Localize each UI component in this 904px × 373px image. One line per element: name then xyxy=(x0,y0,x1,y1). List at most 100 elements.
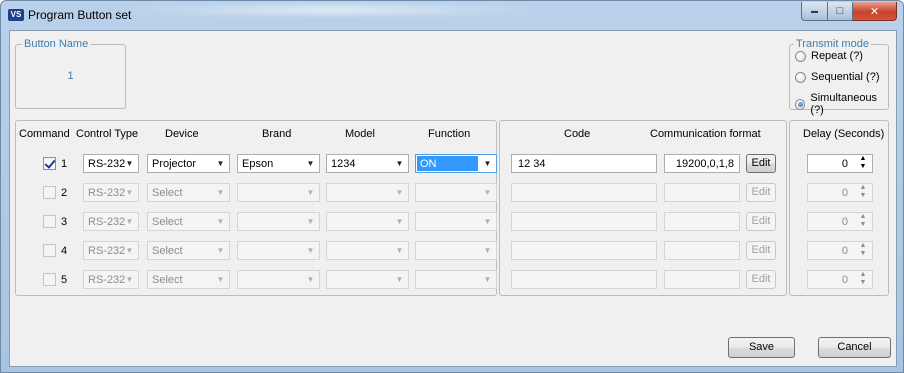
chevron-down-icon: ▼ xyxy=(395,246,404,255)
chevron-down-icon: ▼ xyxy=(125,217,134,226)
button-name-value: 1 xyxy=(67,70,74,82)
header-command: Command xyxy=(19,128,70,140)
model-select[interactable]: ▼ xyxy=(326,241,409,260)
communication-format-value: 19200,0,1,8 xyxy=(675,158,734,170)
model-select[interactable]: 1234 ▼ xyxy=(326,154,409,173)
radio-repeat[interactable]: Repeat (?) xyxy=(795,50,863,62)
minimize-button[interactable]: ▬ xyxy=(801,2,828,21)
command-checkbox[interactable] xyxy=(43,186,56,199)
delay-spinner[interactable]: 0 ▲ ▼ xyxy=(807,183,873,202)
control-type-select[interactable]: RS-232 ▼ xyxy=(83,154,139,173)
code-input[interactable]: 12 34 xyxy=(511,154,657,173)
device-value: Projector xyxy=(152,158,197,170)
chevron-down-icon: ▼ xyxy=(306,275,315,284)
function-select[interactable]: ▼ xyxy=(415,212,497,231)
brand-select[interactable]: ▼ xyxy=(237,241,320,260)
radio-simultaneous[interactable]: Simultaneous (?) xyxy=(795,92,888,116)
command-checkbox[interactable] xyxy=(43,244,56,257)
device-select[interactable]: Select ▼ xyxy=(147,183,230,202)
chevron-down-icon: ▼ xyxy=(216,275,225,284)
communication-format-input[interactable] xyxy=(664,183,740,202)
device-select[interactable]: Projector ▼ xyxy=(147,154,230,173)
model-select[interactable]: ▼ xyxy=(326,270,409,289)
edit-button[interactable]: Edit xyxy=(746,270,776,289)
brand-select[interactable]: ▼ xyxy=(237,270,320,289)
cancel-button[interactable]: Cancel xyxy=(818,337,891,358)
app-icon: VS xyxy=(8,9,24,21)
brand-select[interactable]: Epson ▼ xyxy=(237,154,320,173)
edit-button[interactable]: Edit xyxy=(746,183,776,202)
code-group: Code Communication format 12 34 19200,0,… xyxy=(499,120,787,296)
code-input[interactable] xyxy=(511,270,657,289)
spin-arrows-icon[interactable]: ▲ ▼ xyxy=(858,271,868,288)
brand-value: Epson xyxy=(242,158,274,170)
chevron-down-icon: ▼ xyxy=(216,217,225,226)
function-select[interactable]: ▼ xyxy=(415,270,497,289)
function-select[interactable]: ON ▼ xyxy=(415,154,497,173)
button-name-group: Button Name 1 xyxy=(15,38,126,109)
chevron-down-icon: ▼ xyxy=(483,246,492,255)
command-group: Command Control Type Device Brand Model … xyxy=(15,120,497,296)
program-button-set-window: VS Program Button set ▬ □ ✕ Button Name … xyxy=(0,0,904,373)
window-title: Program Button set xyxy=(28,8,132,22)
control-type-select[interactable]: RS-232 ▼ xyxy=(83,241,139,260)
device-select[interactable]: Select ▼ xyxy=(147,270,230,289)
minimize-icon: ▬ xyxy=(811,7,818,15)
command-checkbox[interactable] xyxy=(43,157,56,170)
code-value: 12 34 xyxy=(518,158,546,170)
header-code: Code xyxy=(564,128,591,140)
code-input[interactable] xyxy=(511,241,657,260)
edit-button[interactable]: Edit xyxy=(746,212,776,231)
communication-format-input[interactable] xyxy=(664,270,740,289)
delay-spinner[interactable]: 0 ▲ ▼ xyxy=(807,154,873,173)
radio-sequential[interactable]: Sequential (?) xyxy=(795,71,880,83)
device-select[interactable]: Select ▼ xyxy=(147,241,230,260)
spin-arrows-icon[interactable]: ▲ ▼ xyxy=(858,184,868,201)
delay-spinner[interactable]: 0 ▲ ▼ xyxy=(807,270,873,289)
header-brand: Brand xyxy=(262,128,292,140)
delay-spinner[interactable]: 0 ▲ ▼ xyxy=(807,212,873,231)
dialog-client-area: Button Name 1 Transmit mode Repeat (?) S… xyxy=(9,30,897,367)
function-select[interactable]: ▼ xyxy=(415,241,497,260)
code-input[interactable] xyxy=(511,183,657,202)
function-select[interactable]: ▼ xyxy=(415,183,497,202)
title-glow-decoration xyxy=(121,5,541,15)
spin-arrows-icon[interactable]: ▲ ▼ xyxy=(858,213,868,230)
control-type-value: RS-232 xyxy=(88,274,126,286)
chevron-down-icon: ▼ xyxy=(483,217,492,226)
control-type-select[interactable]: RS-232 ▼ xyxy=(83,270,139,289)
chevron-down-icon: ▼ xyxy=(483,159,492,168)
communication-format-input[interactable] xyxy=(664,241,740,260)
spin-arrows-icon[interactable]: ▲ ▼ xyxy=(858,155,868,172)
control-type-select[interactable]: RS-232 ▼ xyxy=(83,212,139,231)
chevron-down-icon: ▼ xyxy=(125,159,134,168)
save-button[interactable]: Save xyxy=(728,337,795,358)
radio-icon xyxy=(795,50,806,62)
radio-label: Repeat (?) xyxy=(811,50,863,62)
title-bar[interactable]: VS Program Button set ▬ □ ✕ xyxy=(1,1,903,29)
close-button[interactable]: ✕ xyxy=(853,2,897,21)
delay-value: 0 xyxy=(841,187,848,199)
radio-icon xyxy=(795,71,806,83)
model-select[interactable]: ▼ xyxy=(326,183,409,202)
communication-format-input[interactable] xyxy=(664,212,740,231)
brand-select[interactable]: ▼ xyxy=(237,183,320,202)
model-select[interactable]: ▼ xyxy=(326,212,409,231)
code-input[interactable] xyxy=(511,212,657,231)
control-type-value: RS-232 xyxy=(88,245,126,257)
device-value: Select xyxy=(152,187,183,199)
control-type-select[interactable]: RS-232 ▼ xyxy=(83,183,139,202)
command-checkbox[interactable] xyxy=(43,215,56,228)
delay-spinner[interactable]: 0 ▲ ▼ xyxy=(807,241,873,260)
device-select[interactable]: Select ▼ xyxy=(147,212,230,231)
spin-arrows-icon[interactable]: ▲ ▼ xyxy=(858,242,868,259)
chevron-down-icon: ▼ xyxy=(306,188,315,197)
maximize-button[interactable]: □ xyxy=(828,2,853,21)
edit-button[interactable]: Edit xyxy=(746,154,776,173)
brand-select[interactable]: ▼ xyxy=(237,212,320,231)
command-checkbox[interactable] xyxy=(43,273,56,286)
edit-button[interactable]: Edit xyxy=(746,241,776,260)
communication-format-input[interactable]: 19200,0,1,8 xyxy=(664,154,740,173)
chevron-down-icon: ▼ xyxy=(216,188,225,197)
window-controls: ▬ □ ✕ xyxy=(801,2,897,21)
